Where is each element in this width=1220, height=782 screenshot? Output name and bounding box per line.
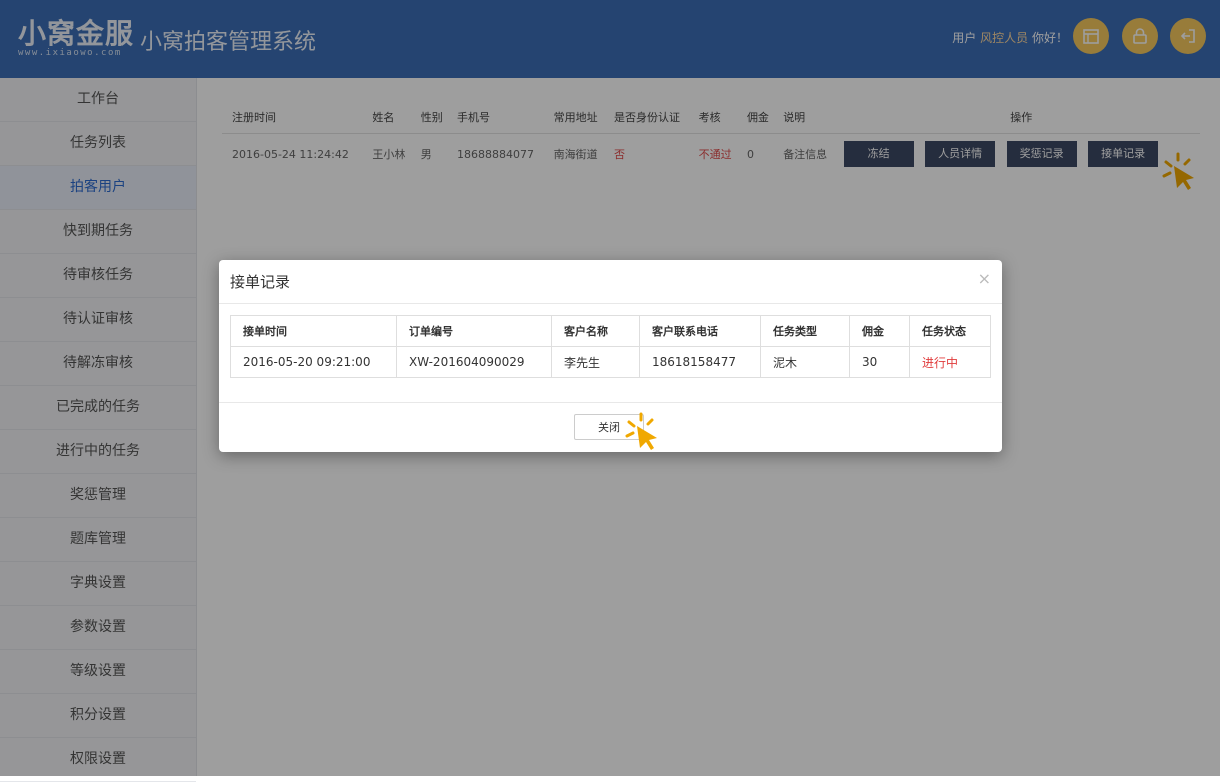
col-header: 订单编号 <box>396 315 552 347</box>
order-record-modal: 接单记录 × 接单时间 订单编号 客户名称 客户联系电话 任务类型 佣金 任务状… <box>219 260 1002 452</box>
cell-customer-name: 李先生 <box>551 346 640 378</box>
table-header-row: 接单时间 订单编号 客户名称 客户联系电话 任务类型 佣金 任务状态 <box>230 315 991 347</box>
cell-commission: 30 <box>849 346 910 378</box>
click-cursor-icon <box>625 412 657 450</box>
cell-order-number: XW-201604090029 <box>396 346 552 378</box>
modal-close-icon[interactable]: × <box>978 269 991 288</box>
cell-order-time: 2016-05-20 09:21:00 <box>230 346 397 378</box>
order-record-table: 接单时间 订单编号 客户名称 客户联系电话 任务类型 佣金 任务状态 2016-… <box>230 315 991 378</box>
col-header: 客户名称 <box>551 315 640 347</box>
col-header: 客户联系电话 <box>639 315 761 347</box>
col-header: 任务状态 <box>909 315 991 347</box>
cell-task-status: 进行中 <box>909 346 991 378</box>
cell-customer-phone: 18618158477 <box>639 346 761 378</box>
cell-task-type: 泥木 <box>760 346 850 378</box>
col-header: 任务类型 <box>760 315 850 347</box>
col-header: 佣金 <box>849 315 910 347</box>
modal-footer-divider <box>219 402 1002 403</box>
modal-title: 接单记录 <box>230 273 291 291</box>
col-header: 接单时间 <box>230 315 397 347</box>
modal-header-divider <box>219 303 1002 304</box>
table-row: 2016-05-20 09:21:00 XW-201604090029 李先生 … <box>230 346 991 378</box>
